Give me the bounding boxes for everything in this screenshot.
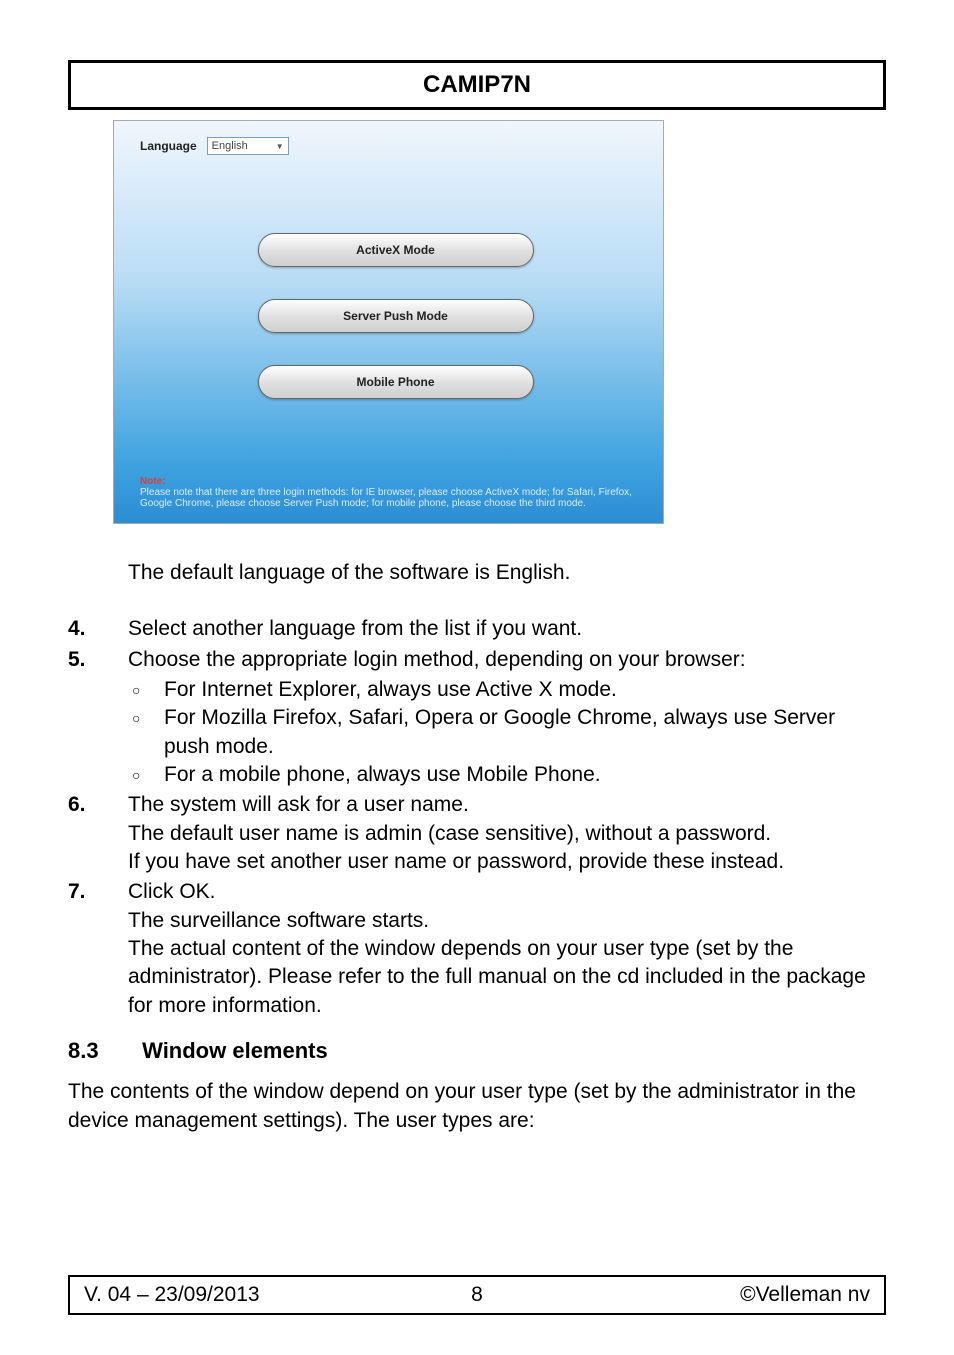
footer-version: V. 04 – 23/09/2013 bbox=[84, 1283, 260, 1307]
login-screenshot: Language English ▼ ActiveX Mode Server P… bbox=[113, 120, 664, 524]
server-push-mode-button[interactable]: Server Push Mode bbox=[258, 299, 534, 333]
step-num: 7. bbox=[68, 878, 128, 1020]
chevron-down-icon: ▼ bbox=[276, 142, 284, 151]
step-4: 4. Select another language from the list… bbox=[68, 615, 886, 643]
step-5: 5. Choose the appropriate login method, … bbox=[68, 646, 886, 790]
sub-item: ○ For Internet Explorer, always use Acti… bbox=[128, 676, 886, 704]
sub-text: For a mobile phone, always use Mobile Ph… bbox=[164, 761, 601, 789]
bullet-icon: ○ bbox=[132, 704, 164, 761]
step-num: 4. bbox=[68, 615, 128, 643]
sub-item: ○ For Mozilla Firefox, Safari, Opera or … bbox=[128, 704, 886, 761]
step-num: 5. bbox=[68, 646, 128, 790]
sub-text: For Internet Explorer, always use Active… bbox=[164, 676, 617, 704]
sub-item: ○ For a mobile phone, always use Mobile … bbox=[128, 761, 886, 789]
section-paragraph: The contents of the window depend on you… bbox=[68, 1078, 886, 1135]
language-select[interactable]: English ▼ bbox=[207, 137, 289, 155]
screenshot-container: Language English ▼ ActiveX Mode Server P… bbox=[68, 120, 886, 524]
mode-buttons-group: ActiveX Mode Server Push Mode Mobile Pho… bbox=[140, 233, 637, 399]
footer-page: 8 bbox=[471, 1283, 483, 1307]
sub-list: ○ For Internet Explorer, always use Acti… bbox=[128, 676, 886, 789]
step-line: The default user name is admin (case sen… bbox=[128, 820, 886, 848]
section-title: Window elements bbox=[142, 1038, 328, 1063]
intro-text: The default language of the software is … bbox=[128, 559, 886, 587]
activex-label: ActiveX Mode bbox=[356, 243, 435, 257]
step-content: Click OK. The surveillance software star… bbox=[128, 878, 886, 1020]
note-title: Note: bbox=[140, 476, 637, 487]
step-line: If you have set another user name or pas… bbox=[128, 848, 886, 876]
step-text: Choose the appropriate login method, dep… bbox=[128, 648, 746, 671]
mobile-phone-button[interactable]: Mobile Phone bbox=[258, 365, 534, 399]
footer: V. 04 – 23/09/2013 8 ©Velleman nv bbox=[68, 1275, 886, 1315]
language-label: Language bbox=[140, 139, 197, 153]
language-row: Language English ▼ bbox=[140, 137, 637, 155]
step-line: The surveillance software starts. bbox=[128, 907, 886, 935]
step-6: 6. The system will ask for a user name. … bbox=[68, 791, 886, 876]
section-num: 8.3 bbox=[68, 1038, 136, 1064]
bullet-icon: ○ bbox=[132, 761, 164, 789]
bullet-icon: ○ bbox=[132, 676, 164, 704]
footer-copyright: ©Velleman nv bbox=[740, 1283, 870, 1307]
note-text: Please note that there are three login m… bbox=[140, 487, 637, 509]
document-title-box: CAMIP7N bbox=[68, 60, 886, 110]
note-section: Note: Please note that there are three l… bbox=[140, 476, 637, 509]
step-line: The actual content of the window depends… bbox=[128, 935, 886, 1020]
server-push-label: Server Push Mode bbox=[343, 309, 448, 323]
step-line: The system will ask for a user name. bbox=[128, 791, 886, 819]
language-value: English bbox=[212, 140, 248, 152]
step-content: Choose the appropriate login method, dep… bbox=[128, 646, 886, 790]
section-heading: 8.3 Window elements bbox=[68, 1038, 886, 1064]
step-content: The system will ask for a user name. The… bbox=[128, 791, 886, 876]
steps-list: 4. Select another language from the list… bbox=[68, 615, 886, 1020]
step-7: 7. Click OK. The surveillance software s… bbox=[68, 878, 886, 1020]
step-line: Click OK. bbox=[128, 878, 886, 906]
step-content: Select another language from the list if… bbox=[128, 615, 886, 643]
step-num: 6. bbox=[68, 791, 128, 876]
mobile-label: Mobile Phone bbox=[357, 375, 435, 389]
sub-text: For Mozilla Firefox, Safari, Opera or Go… bbox=[164, 704, 886, 761]
activex-mode-button[interactable]: ActiveX Mode bbox=[258, 233, 534, 267]
document-title: CAMIP7N bbox=[423, 71, 531, 98]
